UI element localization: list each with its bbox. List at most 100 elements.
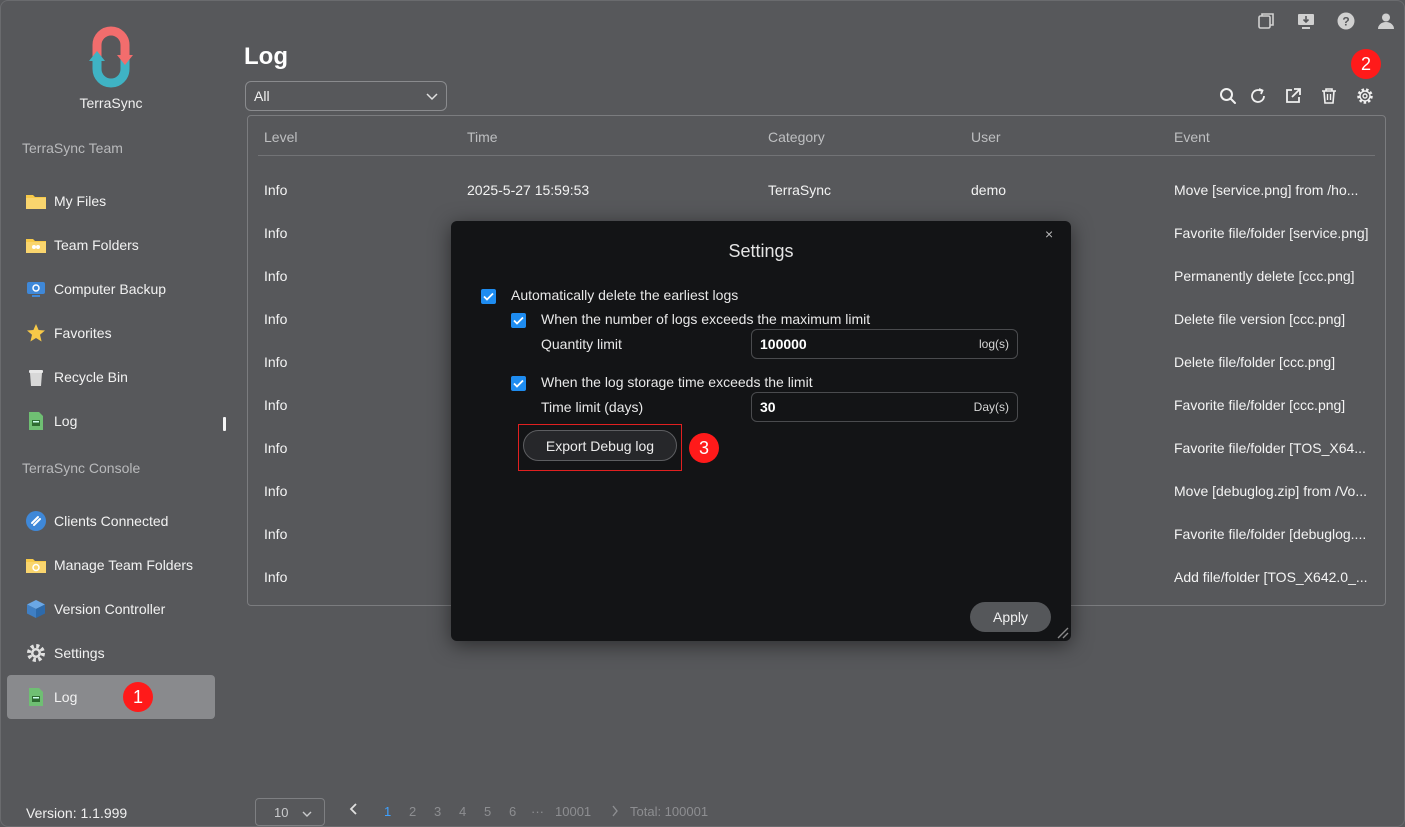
chevron-down-icon	[302, 805, 312, 820]
annotation-badge-1: 1	[123, 682, 153, 712]
resize-handle-icon[interactable]	[1055, 625, 1069, 639]
refresh-icon[interactable]	[1248, 86, 1268, 106]
settings-dialog: Settings × Automatically delete the earl…	[451, 221, 1071, 641]
sidebar-item-my-files[interactable]: My Files	[7, 179, 215, 223]
export-icon[interactable]	[1283, 86, 1303, 106]
sidebar-item-label: Settings	[54, 645, 105, 661]
table-header-row: Level Time Category User Event	[258, 116, 1375, 156]
sidebar-item-label: Clients Connected	[54, 513, 169, 529]
time-limit-check-label: When the log storage time exceeds the li…	[541, 374, 813, 390]
sidebar-item-team-folders[interactable]: Team Folders	[7, 223, 215, 267]
page-5[interactable]: 5	[484, 804, 491, 819]
auto-delete-label: Automatically delete the earliest logs	[511, 287, 739, 303]
cell-category: TerraSync	[768, 182, 832, 198]
page-4[interactable]: 4	[459, 804, 466, 819]
header-time[interactable]: Time	[467, 129, 498, 145]
sidebar-scroll-indicator[interactable]	[223, 417, 226, 431]
sidebar-item-label: Log	[54, 689, 78, 705]
log-icon	[25, 410, 47, 432]
quantity-limit-value: 100000	[760, 336, 807, 352]
table-row[interactable]: Info 2025-5-27 15:59:53 TerraSync demo Move …	[248, 168, 1385, 211]
cell-event: Favorite file/folder [service.png]	[1174, 225, 1369, 241]
sidebar-item-label: Team Folders	[54, 237, 139, 253]
sidebar-item-settings[interactable]: Settings	[7, 631, 215, 675]
count-limit-checkbox[interactable]	[511, 313, 526, 328]
auto-delete-checkbox[interactable]	[481, 289, 496, 304]
cell-time: 2025-5-27 15:59:53	[467, 182, 590, 198]
sidebar-item-recycle-bin[interactable]: Recycle Bin	[7, 355, 215, 399]
sidebar-item-clients-connected[interactable]: Clients Connected	[7, 499, 215, 543]
page-6[interactable]: 6	[509, 804, 516, 819]
desktop-download-icon[interactable]	[1297, 12, 1315, 30]
recycle-bin-icon	[25, 366, 47, 388]
delete-icon[interactable]	[1319, 86, 1339, 106]
dialog-title: Settings	[728, 241, 794, 261]
quantity-limit-unit: log(s)	[978, 337, 1009, 351]
sidebar-item-label: Version Controller	[54, 601, 166, 617]
cell-event: Favorite file/folder [TOS_X64...	[1174, 440, 1366, 456]
prev-page-icon[interactable]	[349, 802, 359, 819]
sidebar-item-computer-backup[interactable]: Computer Backup	[7, 267, 215, 311]
level-filter-select[interactable]: All	[245, 81, 447, 111]
sidebar-item-label: Manage Team Folders	[54, 557, 194, 573]
cell-level: Info	[264, 354, 288, 370]
tasks-icon[interactable]	[1257, 12, 1275, 30]
page-1[interactable]: 1	[384, 804, 391, 819]
page-2[interactable]: 2	[409, 804, 416, 819]
cell-event: Permanently delete [ccc.png]	[1174, 268, 1355, 284]
sidebar-item-label: My Files	[54, 193, 107, 209]
header-user[interactable]: User	[971, 129, 1001, 145]
user-icon[interactable]	[1377, 12, 1395, 30]
sidebar-item-label: Computer Backup	[54, 281, 167, 297]
cell-event: Add file/folder [TOS_X642.0_...	[1174, 569, 1368, 585]
search-icon[interactable]	[1218, 86, 1238, 106]
cell-event: Favorite file/folder [ccc.png]	[1174, 397, 1346, 413]
time-limit-unit: Day(s)	[973, 400, 1009, 414]
star-icon	[25, 322, 47, 344]
header-level[interactable]: Level	[264, 129, 297, 145]
quantity-limit-input[interactable]: 100000 log(s)	[751, 329, 1018, 359]
sidebar-item-favorites[interactable]: Favorites	[7, 311, 215, 355]
cell-user: demo	[971, 182, 1007, 198]
cell-level: Info	[264, 483, 288, 499]
help-icon[interactable]: ?	[1337, 12, 1355, 30]
app-name: TerraSync	[79, 95, 143, 111]
cell-level: Info	[264, 526, 288, 542]
gear-icon	[25, 642, 47, 664]
page-last[interactable]: 10001	[555, 804, 591, 819]
export-debug-log-button[interactable]: Export Debug log	[523, 430, 677, 461]
header-category[interactable]: Category	[768, 129, 825, 145]
sidebar-item-log-console[interactable]: Log	[7, 675, 215, 719]
sidebar-item-manage-team-folders[interactable]: Manage Team Folders	[7, 543, 215, 587]
cell-level: Info	[264, 182, 288, 198]
terrasync-logo	[81, 25, 141, 89]
sidebar-item-label: Recycle Bin	[54, 369, 128, 385]
sidebar-item-label: Favorites	[54, 325, 112, 341]
sidebar: TerraSync TerraSync Team My Files Team F…	[1, 1, 227, 826]
app-window: TerraSync TerraSync Team My Files Team F…	[0, 0, 1405, 827]
count-limit-label: When the number of logs exceeds the maxi…	[541, 311, 871, 327]
folder-icon	[25, 190, 47, 212]
apply-button[interactable]: Apply	[970, 602, 1051, 632]
computer-backup-icon	[25, 278, 47, 300]
page-3[interactable]: 3	[434, 804, 441, 819]
sidebar-item-label: Log	[54, 413, 78, 429]
chevron-down-icon	[426, 88, 438, 104]
sidebar-item-version-controller[interactable]: Version Controller	[7, 587, 215, 631]
cell-level: Info	[264, 268, 288, 284]
close-icon[interactable]: ×	[1045, 226, 1053, 242]
next-page-icon[interactable]	[611, 804, 619, 821]
time-limit-label: Time limit (days)	[541, 399, 644, 415]
app-version: Version: 1.1.999	[26, 805, 128, 821]
cell-event: Favorite file/folder [debuglog....	[1174, 526, 1367, 542]
time-limit-checkbox[interactable]	[511, 376, 526, 391]
page-size-select[interactable]: 10	[255, 798, 325, 826]
page-title: Log	[244, 43, 288, 70]
time-limit-input[interactable]: 30 Day(s)	[751, 392, 1018, 422]
sidebar-item-log-team[interactable]: Log	[7, 399, 215, 443]
page-ellipsis[interactable]: ···	[531, 804, 544, 819]
header-event[interactable]: Event	[1174, 129, 1210, 145]
settings-gear-icon[interactable]	[1355, 86, 1375, 106]
log-icon	[25, 686, 47, 708]
section-console-title: TerraSync Console	[22, 460, 141, 476]
